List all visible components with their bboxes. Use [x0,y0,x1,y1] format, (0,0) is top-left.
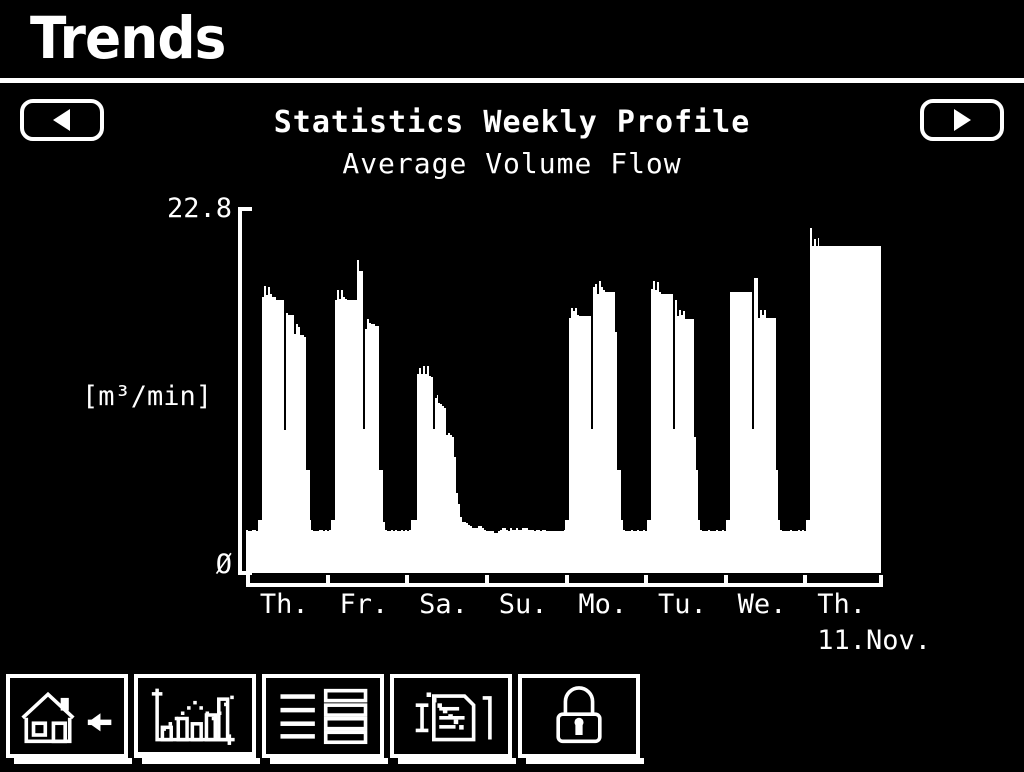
x-axis-label: Fr. [339,589,389,620]
x-axis-tick [564,575,569,587]
toolbar-item-trends[interactable] [134,674,260,764]
toolbar-item-shadow [14,758,132,764]
x-axis [246,575,894,587]
title-bar: Trends [0,0,1024,78]
toolbar-item-shadow [142,758,260,764]
chart-subtitle: Average Volume Flow [342,147,682,180]
bar [879,245,881,573]
y-axis-min-label: Ø [215,549,232,580]
chart-panel: Statistics Weekly Profile Average Volume… [0,83,1024,656]
y-axis-unit-label: [m³/min] [82,381,213,412]
x-axis-tick [644,575,649,587]
x-axis-tick [405,575,410,587]
toolbar-item-documents[interactable] [390,674,516,764]
x-axis-labels: Th. Fr. Sa. Su. Mo. Tu. We. Th. 11.Nov. [238,589,931,669]
x-axis-tick [325,575,330,587]
x-axis-label: Su. [498,589,548,620]
bar-line-chart-icon [138,678,252,752]
x-axis-tick [879,575,883,587]
x-axis-tick [723,575,728,587]
x-axis-label: Th. [259,589,309,620]
x-axis-label: We. [737,589,787,620]
chart-title: Statistics Weekly Profile [273,105,751,140]
toolbar-item-shadow [270,758,388,764]
x-axis-label: Sa. [419,589,468,620]
plot-area [246,207,883,573]
x-axis-tick [246,575,250,587]
toolbar-item-home-back[interactable] [6,674,132,764]
x-axis-tick [803,575,808,587]
padlock-icon [522,678,636,754]
device-screen: Trends Statistics Weekly Profile Average… [0,0,1024,772]
list-rows-icon [266,678,380,754]
y-axis-max-label: 22.8 [166,193,232,224]
x-axis-label: Th. [817,589,866,620]
bottom-toolbar [0,670,1024,772]
y-axis-line [238,207,242,575]
x-axis-label: Tu. [657,589,707,620]
page-title: Trends [30,4,226,72]
document-tools-icon [394,678,508,754]
house-with-left-arrow-icon [10,678,124,754]
x-axis-sublabel: 11.Nov. [817,625,931,656]
toolbar-item-list[interactable] [262,674,388,764]
toolbar-item-shadow [398,758,516,764]
toolbar-item-shadow [526,758,644,764]
x-axis-tick [484,575,489,587]
plot-wrapper [238,207,886,579]
x-axis-label: Mo. [578,589,628,620]
toolbar-item-lock[interactable] [518,674,644,764]
bar-series [246,207,883,573]
